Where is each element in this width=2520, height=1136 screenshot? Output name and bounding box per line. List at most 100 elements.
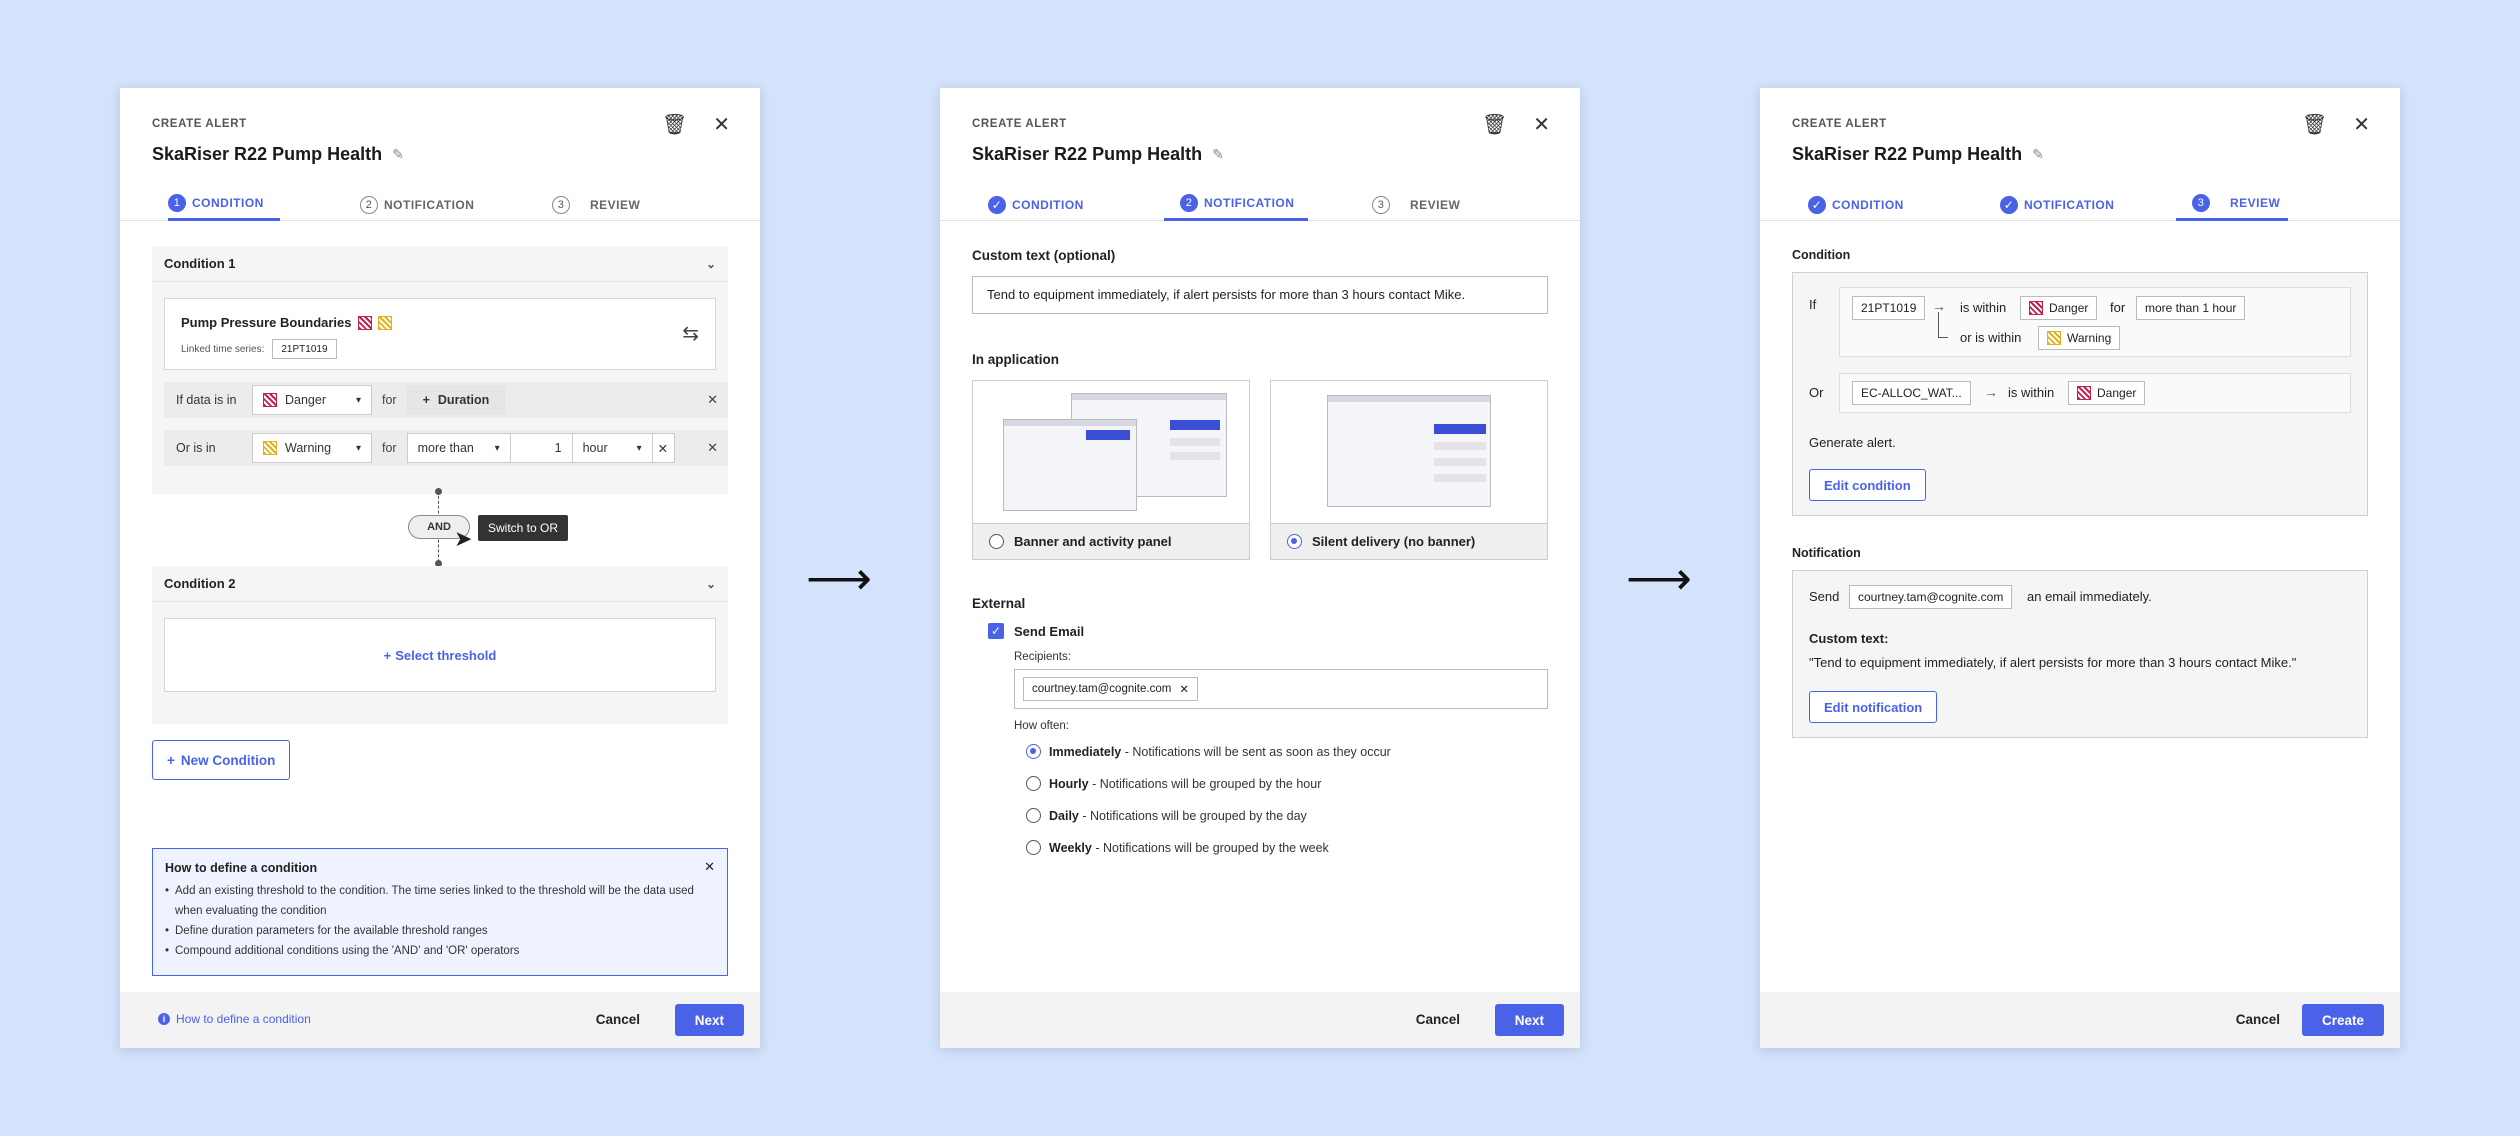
tab-condition[interactable]: ✓ CONDITION xyxy=(1808,188,1904,221)
close-icon[interactable]: ✕ xyxy=(2353,112,2370,137)
condition-2-section: Condition 2 ⌄ + Select threshold xyxy=(152,566,728,724)
condition-row-2: Or is in Warning ▾ for more than ▾ 1 hou… xyxy=(164,430,728,466)
recipients-label: Recipients: xyxy=(1014,651,1071,663)
condition-1-section: Condition 1 ⌄ Pump Pressure Boundaries L… xyxy=(152,246,728,494)
new-condition-button[interactable]: + New Condition xyxy=(152,740,291,780)
howto-title: How to define a condition xyxy=(165,861,318,875)
eyebrow: CREATE ALERT xyxy=(1792,118,1887,130)
footer: Cancel Create xyxy=(1760,992,2400,1048)
silent-radio[interactable] xyxy=(1287,534,1302,549)
clear-duration-icon[interactable]: ✕ xyxy=(652,433,675,463)
chevron-down-icon: ▾ xyxy=(355,394,361,406)
silent-preview xyxy=(1327,395,1491,507)
rule-card-1: 21PT1019 → is within Danger for more tha… xyxy=(1839,287,2351,357)
plus-icon: + xyxy=(383,647,392,663)
arrow-right-icon: → xyxy=(1984,384,1998,400)
pencil-icon[interactable]: ✎ xyxy=(392,146,404,163)
check-icon: ✓ xyxy=(1808,195,1826,214)
chevron-down-icon[interactable]: ⌄ xyxy=(706,257,716,271)
tab-notification[interactable]: 2 NOTIFICATION xyxy=(360,188,474,221)
remove-row-icon[interactable]: ✕ xyxy=(707,440,718,456)
linked-label: Linked time series: xyxy=(181,343,265,355)
trash-icon[interactable]: 🗑 xyxy=(2302,112,2327,137)
tab-review[interactable]: 3 REVIEW xyxy=(1372,188,1460,221)
arrow-right-icon: ⟶ xyxy=(1626,552,1692,604)
option-silent-card[interactable]: Silent delivery (no banner) xyxy=(1270,380,1548,560)
create-alert-panel-condition: CREATE ALERT SkaRiser R22 Pump Health ✎ … xyxy=(120,88,760,1048)
trash-icon[interactable]: 🗑 xyxy=(1482,112,1507,137)
freq-weekly[interactable]: Weekly - Notifications will be grouped b… xyxy=(1026,840,1329,855)
tab-notification[interactable]: ✓ NOTIFICATION xyxy=(2000,188,2114,221)
eyebrow: CREATE ALERT xyxy=(972,118,1067,130)
recipients-input[interactable]: courtney.tam@cognite.com ✕ xyxy=(1014,669,1548,709)
send-email-row: ✓ Send Email xyxy=(988,623,1084,639)
pencil-icon[interactable]: ✎ xyxy=(1212,146,1224,163)
notification-summary-box: Send courtney.tam@cognite.com an email i… xyxy=(1792,570,2368,738)
check-icon: ✓ xyxy=(2000,195,2018,214)
threshold-name: Pump Pressure Boundaries xyxy=(181,315,352,330)
chevron-down-icon: ▾ xyxy=(355,442,361,454)
tab-review[interactable]: 3 REVIEW xyxy=(552,188,640,221)
custom-text-input[interactable]: Tend to equipment immediately, if alert … xyxy=(972,276,1548,314)
close-icon[interactable]: ✕ xyxy=(1179,682,1189,696)
close-icon[interactable]: ✕ xyxy=(704,859,715,875)
operator-select[interactable]: more than ▾ xyxy=(406,433,511,463)
select-threshold-button[interactable]: + Select threshold xyxy=(164,618,716,692)
pencil-icon[interactable]: ✎ xyxy=(2032,146,2044,163)
custom-text-label: Custom text (optional) xyxy=(972,248,1116,263)
alert-title: SkaRiser R22 Pump Health xyxy=(1792,144,2023,164)
duration-number-input[interactable]: 1 xyxy=(510,433,573,463)
condition-2-header[interactable]: Condition 2 ⌄ xyxy=(152,566,728,602)
create-alert-panel-review: CREATE ALERT SkaRiser R22 Pump Health ✎ … xyxy=(1760,88,2400,1048)
range-select-danger[interactable]: Danger ▾ xyxy=(252,385,372,415)
next-button[interactable]: Next xyxy=(674,1004,744,1036)
edit-notification-button[interactable]: Edit notification xyxy=(1809,691,1938,723)
freq-immediately[interactable]: Immediately - Notifications will be sent… xyxy=(1026,744,1391,759)
unit-select[interactable]: hour ▾ xyxy=(572,433,653,463)
alert-title: SkaRiser R22 Pump Health xyxy=(152,144,383,164)
howto-info-box: How to define a condition ✕ Add an exist… xyxy=(152,848,728,976)
create-button[interactable]: Create xyxy=(2301,1004,2384,1036)
remove-row-icon[interactable]: ✕ xyxy=(707,392,718,408)
close-icon[interactable]: ✕ xyxy=(713,112,730,137)
condition-summary-box: If 21PT1019 → is within Danger for more … xyxy=(1792,272,2368,516)
condition-1-header[interactable]: Condition 1 ⌄ xyxy=(152,246,728,282)
option-banner-card[interactable]: Banner and activity panel xyxy=(972,380,1250,560)
external-label: External xyxy=(972,596,1026,611)
connector-dot xyxy=(435,488,442,495)
cancel-button[interactable]: Cancel xyxy=(1416,1004,1460,1036)
send-email-checkbox[interactable]: ✓ xyxy=(988,623,1004,639)
threshold-card: Pump Pressure Boundaries Linked time ser… xyxy=(164,298,716,370)
close-icon[interactable]: ✕ xyxy=(1533,112,1550,137)
howto-item: Add an existing threshold to the conditi… xyxy=(165,881,715,921)
help-link[interactable]: i How to define a condition xyxy=(158,1012,311,1026)
tab-notification[interactable]: 2 NOTIFICATION xyxy=(1164,188,1308,221)
edit-condition-button[interactable]: Edit condition xyxy=(1809,469,1926,501)
freq-daily[interactable]: Daily - Notifications will be grouped by… xyxy=(1026,808,1307,823)
rule-card-2: EC-ALLOC_WAT... → is within Danger xyxy=(1839,373,2351,413)
stepper-tabs: ✓ CONDITION ✓ NOTIFICATION 3 REVIEW xyxy=(1760,188,2400,221)
cancel-button[interactable]: Cancel xyxy=(596,1004,640,1036)
swap-icon[interactable]: ⇆ xyxy=(682,321,699,346)
trash-icon[interactable]: 🗑 xyxy=(662,112,687,137)
next-button[interactable]: Next xyxy=(1494,1004,1564,1036)
tab-condition[interactable]: 1 CONDITION xyxy=(168,188,280,221)
generate-alert-text: Generate alert. xyxy=(1809,435,1896,450)
add-duration-button[interactable]: + Duration xyxy=(406,385,506,415)
footer: i How to define a condition Cancel Next xyxy=(120,992,760,1048)
freq-hourly[interactable]: Hourly - Notifications will be grouped b… xyxy=(1026,776,1321,791)
condition-label: Condition xyxy=(1792,248,1851,262)
chevron-down-icon[interactable]: ⌄ xyxy=(706,577,716,591)
banner-radio[interactable] xyxy=(989,534,1004,549)
recipient-chip: courtney.tam@cognite.com ✕ xyxy=(1023,677,1198,701)
tab-review[interactable]: 3 REVIEW xyxy=(2176,188,2288,221)
cancel-button[interactable]: Cancel xyxy=(2236,1004,2280,1036)
footer: Cancel Next xyxy=(940,992,1580,1048)
eyebrow: CREATE ALERT xyxy=(152,118,247,130)
chevron-down-icon: ▾ xyxy=(636,442,642,454)
warning-swatch xyxy=(377,315,392,330)
range-select-warning[interactable]: Warning ▾ xyxy=(252,433,372,463)
howto-item: Define duration parameters for the avail… xyxy=(165,921,715,941)
danger-swatch xyxy=(357,315,372,330)
tab-condition[interactable]: ✓ CONDITION xyxy=(988,188,1084,221)
